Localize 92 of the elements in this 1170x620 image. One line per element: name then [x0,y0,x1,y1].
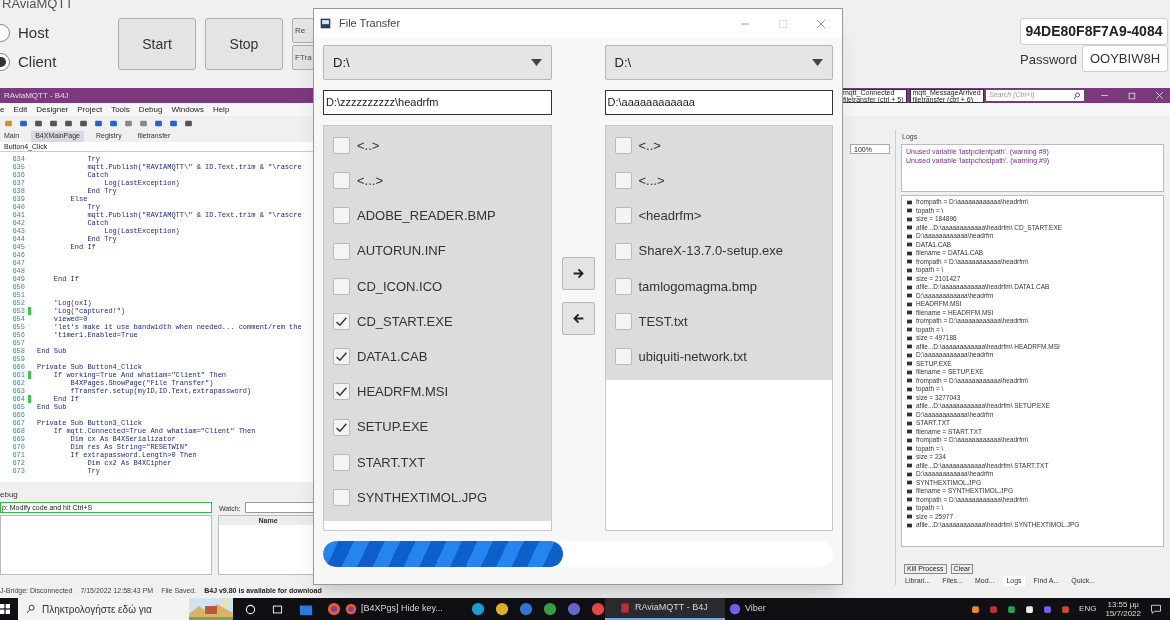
chat-icon [729,603,741,615]
clock-date: 15/7/2022 [1105,609,1141,618]
checkbox[interactable] [614,137,632,155]
file-name: ubiquiti-network.txt [638,347,747,366]
app-icon [567,602,581,616]
file-name: CD_ICON.ICO [357,277,443,296]
file-list[interactable]: <..> <...> <headrfm> ShareX-13.7.0-setup.exe tamlogomagma.bmp TEST.txt ubiquiti-network.txt [604,125,833,531]
app-icon [619,602,631,614]
menu-item[interactable]: Designer [36,103,69,116]
checkbox[interactable] [333,137,350,155]
app-icon [320,18,331,29]
app-icon [495,602,509,616]
language-indicator: ENG [1079,603,1097,615]
close-icon [1155,91,1164,100]
window-title: File Transfer [339,16,402,32]
menu-item[interactable]: Edit [13,103,28,116]
app-icon [591,602,605,616]
taskbar-button[interactable]: RAviaMQTT - B4J [605,598,725,620]
menu-item[interactable]: Windows [171,103,204,116]
path-field[interactable]: D:\zzzzzzzzzz\headrfm [323,90,552,115]
file-name: ShareX-13.7.0-setup.exe [638,242,784,261]
browser-icon [327,602,341,616]
file-name: CD_START.EXE [357,312,453,331]
cortana-icon [245,603,256,615]
drive-dropdown[interactable]: D:\ [604,45,833,80]
file-name: ADOBE_READER.BMP [357,207,496,226]
checkbox[interactable] [333,348,350,366]
clock-time: 13:55 μμ [1107,600,1139,609]
checkbox[interactable] [333,172,350,190]
file-name: <...> [357,172,384,191]
app-icon [471,602,485,616]
search-icon [26,604,36,614]
taskbar-button[interactable]: [B4XPgs] Hide key... [341,598,461,620]
file-name: SETUP.EXE [357,418,429,437]
restore-icon [1128,91,1137,100]
caret-icon [530,59,542,66]
task-view-icon [272,603,283,615]
menu-item[interactable]: Tools [111,103,130,116]
caret-icon [812,59,823,66]
checkbox[interactable] [614,277,632,295]
action-button[interactable]: Stop [205,18,283,70]
checkbox[interactable] [333,207,350,225]
checkbox[interactable] [333,383,350,401]
file-name: <..> [357,136,380,155]
app-icon [543,602,557,616]
menu-item[interactable]: Project [77,103,103,116]
path-field[interactable]: D:\aaaaaaaaaaaa [604,90,833,115]
checkbox[interactable] [614,313,632,331]
menu-item[interactable]: e [0,103,5,116]
notification-icon [1150,603,1162,615]
code-editor[interactable] [0,152,313,482]
file-name: HEADRFM.MSI [357,383,448,402]
taskbar-button[interactable]: Viber [725,598,845,620]
file-name: <...> [638,172,665,191]
radio-label: Client [18,51,57,72]
file-name: <..> [638,136,661,155]
checkbox[interactable] [333,313,350,331]
close-icon [816,18,826,29]
windows-logo-icon [0,604,10,614]
checkbox[interactable] [614,172,632,190]
password-field[interactable]: OOYBIW8H [1082,45,1168,72]
drive-dropdown[interactable]: D:\ [323,45,552,80]
checkbox[interactable] [333,488,350,506]
browser-icon [345,603,357,615]
watch-field[interactable] [245,502,315,513]
radio-label: Host [18,23,49,43]
file-name: DATA1.CAB [357,347,428,366]
password-label: Password [1020,51,1078,69]
checkbox[interactable] [333,277,350,295]
device-id-field[interactable]: 94DE80F8F7A9-4084 [1020,18,1168,45]
checkbox[interactable] [333,418,350,436]
file-list[interactable]: <..> <...> ADOBE_READER.BMP AUTORUN.INF CD_ICON.ICO CD_START.EXE DATA1.CAB HEADRFM.MSI SETUP.EXE START.TXT SYNTHEXTIMOL.JPG [323,125,552,531]
file-name: AUTORUN.INF [357,242,446,261]
checkbox[interactable] [333,453,350,471]
file-name: <headrfm> [638,207,702,226]
file-name: START.TXT [357,453,426,472]
menu-item[interactable]: Debug [138,103,163,116]
menu-item[interactable]: Help [212,103,230,116]
action-button[interactable]: Start [118,18,196,70]
file-name: SYNTHEXTIMOL.JPG [357,488,488,507]
checkbox[interactable] [614,348,632,366]
checkbox[interactable] [333,242,350,260]
file-name: tamlogomagma.bmp [638,277,757,296]
maximize-icon [778,18,788,29]
taskbar-search-field[interactable]: Πληκτρολογήστε εδώ για [18,598,233,620]
search-icon [1073,91,1081,100]
panel-title: ebug [0,489,18,501]
window-title: RAviaMQTT - B4J [4,90,69,102]
checkbox[interactable] [614,242,632,260]
app-icon [519,602,533,616]
checkbox[interactable] [614,207,632,225]
file-name: TEST.txt [638,312,688,331]
